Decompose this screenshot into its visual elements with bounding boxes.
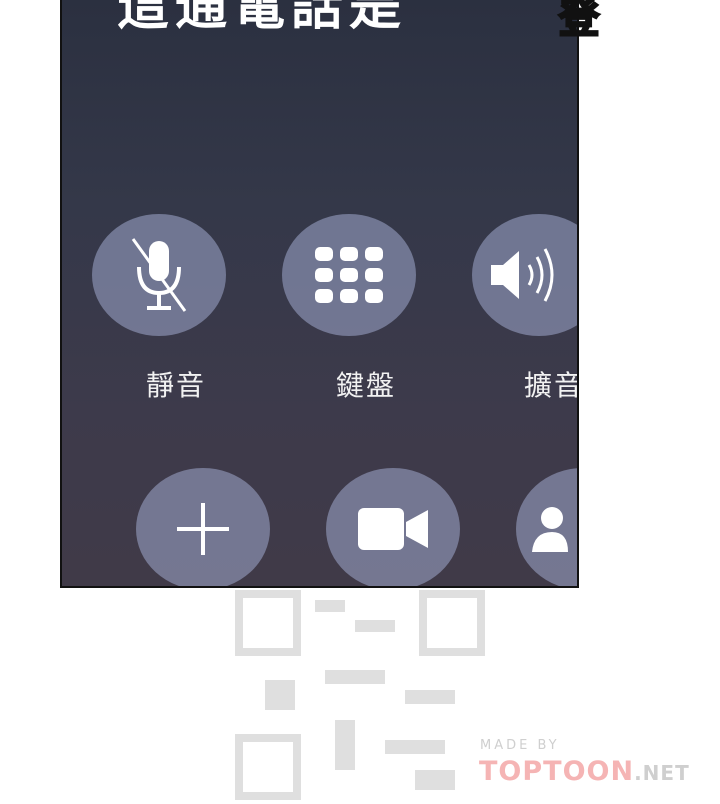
sfx-glyph: 登 — [558, 0, 600, 40]
add-call-button[interactable] — [136, 468, 270, 586]
plus-icon — [175, 501, 231, 557]
caption-text: 這通電話是 — [117, 0, 408, 37]
keypad-grid-icon — [313, 245, 385, 305]
watermark-pattern — [235, 590, 485, 800]
mute-button[interactable] — [92, 214, 226, 336]
made-by-text: MADE BY — [480, 738, 560, 753]
video-camera-icon — [356, 506, 430, 552]
contact-person-icon — [528, 504, 568, 554]
mute-label: 靜音 — [146, 369, 207, 402]
brand-name: TOPTOON — [479, 756, 635, 787]
speaker-button[interactable] — [472, 214, 577, 336]
keypad-label: 鍵盤 — [336, 369, 397, 402]
speaker-icon — [487, 245, 563, 305]
brand-domain: .NET — [634, 761, 690, 785]
phone-call-screen: 這通電話是 靜音 鍵盤 擴音 — [60, 0, 579, 588]
keypad-button[interactable] — [282, 214, 416, 336]
brand-logo: TOPTOON.NET — [479, 756, 690, 787]
microphone-muted-icon — [129, 235, 189, 315]
facetime-button[interactable] — [326, 468, 460, 586]
contacts-button[interactable] — [516, 468, 577, 586]
speaker-label: 擴音 — [524, 369, 579, 402]
sound-effect-text: 登 — [555, 0, 641, 44]
